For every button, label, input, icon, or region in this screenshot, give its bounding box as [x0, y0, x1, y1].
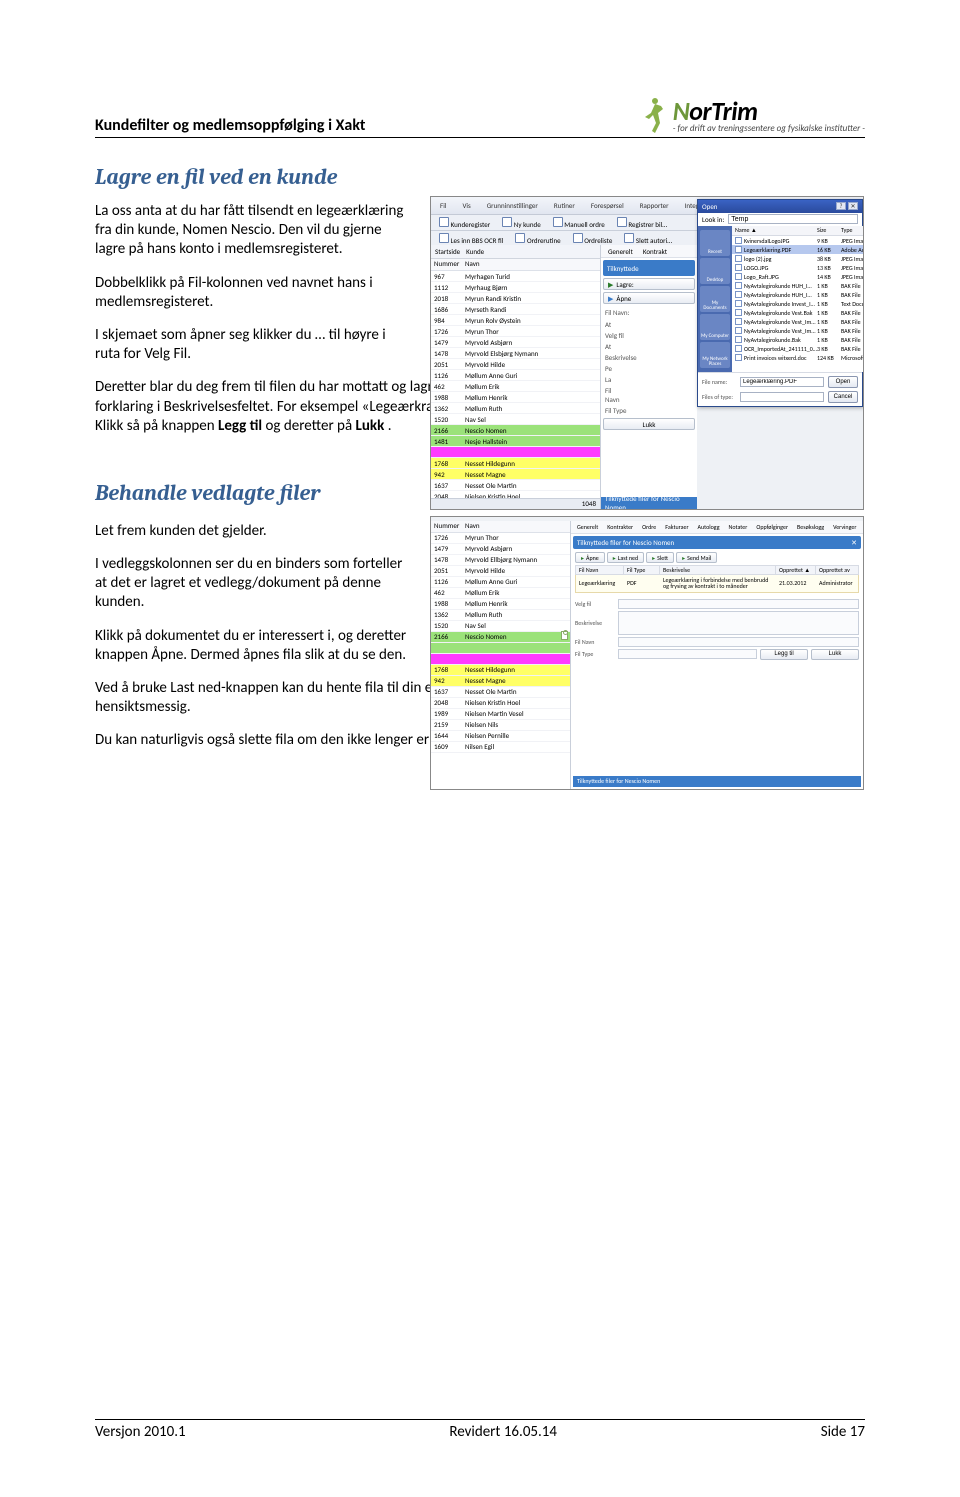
- logo-text: NorTrim: [673, 98, 865, 124]
- open-file-dialog: Open ?✕ Look in: RecentDesktopMy Documen…: [697, 199, 863, 407]
- footer-version: Versjon 2010.1: [95, 1423, 186, 1441]
- nortrim-logo: NorTrim - for drift av treningssentere o…: [637, 95, 865, 135]
- page-footer: Versjon 2010.1 Revidert 16.05.14 Side 17: [95, 1419, 865, 1441]
- cancel-button[interactable]: Cancel: [828, 391, 858, 403]
- help-icon[interactable]: ?: [836, 202, 846, 210]
- screenshot-attached-files: NummerNavn 1726Myrun Thor1479Myrvold Asb…: [430, 516, 864, 790]
- screenshot-open-file: FilVisGrunninnstillingerRutinerForespørs…: [430, 196, 864, 510]
- section-1-title: Lagre en fil ved en kunde: [95, 164, 865, 190]
- lukk-button[interactable]: Lukk: [811, 649, 859, 660]
- close-icon[interactable]: ✕: [848, 202, 858, 210]
- footer-page: Side 17: [821, 1423, 865, 1441]
- sec1-p1: La oss anta at du har fått tilsendt en l…: [95, 202, 407, 260]
- open-button[interactable]: Open: [828, 376, 858, 388]
- sec2-p3: Klikk på dokumentet du er interessert i,…: [95, 627, 407, 665]
- filetype-input[interactable]: [740, 392, 824, 402]
- logo-runner-icon: [637, 95, 667, 135]
- sec2-p1: Let frem kunden det gjelder.: [95, 522, 407, 541]
- filename-input[interactable]: [740, 377, 824, 387]
- lookin-combo[interactable]: [728, 214, 858, 224]
- logo-subtitle: - for drift av treningssentere og fysika…: [673, 124, 865, 133]
- sec1-p3: I skjemaet som åpner seg klikker du … ti…: [95, 326, 407, 364]
- close-icon[interactable]: ✕: [851, 538, 857, 547]
- header-title: Kundefilter og medlemsoppfølging i Xakt: [95, 116, 365, 135]
- page-header: Kundefilter og medlemsoppfølging i Xakt …: [95, 95, 865, 138]
- footer-revised: Revidert 16.05.14: [449, 1423, 557, 1441]
- leggtil-button[interactable]: Legg til: [760, 649, 808, 660]
- sec2-p2: I vedleggskolonnen ser du en binders som…: [95, 555, 407, 613]
- sec1-p2: Dobbelklikk på Fil-kolonnen ved navnet h…: [95, 274, 407, 312]
